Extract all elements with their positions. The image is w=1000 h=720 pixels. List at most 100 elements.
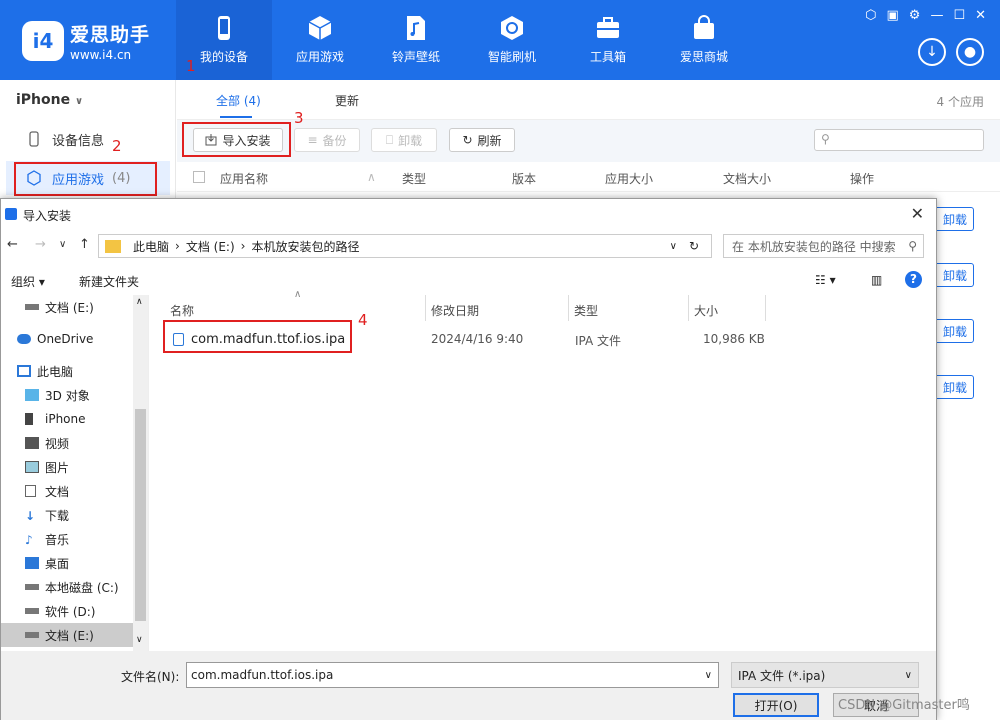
address-refresh-icon[interactable]: ↻ <box>689 239 699 253</box>
tree-item-downloads[interactable]: ↓ 下载 <box>1 503 133 527</box>
tree-scrollbar-thumb[interactable] <box>135 409 146 621</box>
phone-icon <box>218 16 230 40</box>
device-selector[interactable]: iPhone ∨ <box>16 92 83 108</box>
address-dropdown-icon[interactable]: ∨ <box>670 241 677 252</box>
col-type[interactable]: 类型 <box>574 302 598 319</box>
col-app-name[interactable]: 应用名称 <box>220 170 268 187</box>
navigation-tree: 文档 (E:) OneDrive 此电脑 3D 对象 iPhone 视频 图片 … <box>1 295 149 651</box>
tree-item-3d-objects[interactable]: 3D 对象 <box>1 383 133 407</box>
nav-label: 智能刷机 <box>487 50 536 64</box>
breadcrumb-separator-icon: › <box>240 239 246 253</box>
preview-pane-icon[interactable]: ▥ <box>871 273 882 287</box>
tree-item-music[interactable]: ♪ 音乐 <box>1 527 133 551</box>
refresh-shield-icon <box>501 16 523 40</box>
layers-icon: ≡ <box>307 133 318 147</box>
tree-item-onedrive[interactable]: OneDrive <box>1 327 133 351</box>
row-uninstall-button[interactable]: 卸载 <box>934 263 974 287</box>
forward-arrow-icon[interactable]: → <box>35 237 46 252</box>
new-folder-button[interactable]: 新建文件夹 <box>79 273 139 290</box>
dialog-app-icon <box>5 208 17 220</box>
annotation-box-4 <box>163 320 352 353</box>
breadcrumb-this-pc[interactable]: 此电脑 <box>133 238 169 255</box>
close-icon[interactable]: ✕ <box>975 8 986 23</box>
download-icon[interactable]: ↓ <box>918 38 946 66</box>
app-search-input[interactable]: ⚲ <box>814 129 984 151</box>
tab-all[interactable]: 全部 (4) <box>216 92 261 109</box>
app-url: www.i4.cn <box>70 48 132 62</box>
drive-icon <box>25 584 39 590</box>
nav-flash[interactable]: 智能刷机 <box>464 0 560 80</box>
col-app-size[interactable]: 应用大小 <box>605 170 653 187</box>
tree-item-drive-c[interactable]: 本地磁盘 (C:) <box>1 575 133 599</box>
file-type: IPA 文件 <box>575 334 622 348</box>
tree-item-desktop[interactable]: 桌面 <box>1 551 133 575</box>
filename-input[interactable]: com.madfun.ttof.ios.ipa ∨ <box>186 662 719 688</box>
nav-apps-games[interactable]: 应用游戏 <box>272 0 368 80</box>
back-arrow-icon[interactable]: ← <box>7 237 18 252</box>
refresh-button[interactable]: ↻ 刷新 <box>449 128 515 152</box>
sort-ascending-icon: ∧ <box>294 289 302 300</box>
nav-label: 应用游戏 <box>295 50 344 64</box>
tree-item-drive-e-top[interactable]: 文档 (E:) <box>1 295 133 319</box>
watermark: CSDN @Gitmaster鸣 <box>838 698 970 713</box>
trash-icon: ⎕ <box>385 132 394 147</box>
scroll-up-icon[interactable]: ∧ <box>136 297 143 307</box>
sidebar-item-device-info[interactable]: 设备信息 <box>6 122 170 156</box>
drive-icon <box>25 608 39 614</box>
folder-search-input[interactable]: 在 本机放安装包的路径 中搜索 ⚲ <box>723 234 924 258</box>
tab-indicator <box>220 116 252 118</box>
recent-chevron-icon[interactable]: ∨ <box>59 239 66 250</box>
user-icon[interactable]: ● <box>956 38 984 66</box>
view-options-icon[interactable]: ☷ ▾ <box>815 273 836 287</box>
help-icon[interactable]: ? <box>905 271 922 288</box>
breadcrumb-folder[interactable]: 本机放安装包的路径 <box>251 238 359 255</box>
nav-ringtones[interactable]: 铃声壁纸 <box>368 0 464 80</box>
shopping-bag-icon <box>694 15 714 39</box>
breadcrumb-drive-e[interactable]: 文档 (E:) <box>186 238 235 255</box>
col-name[interactable]: 名称 <box>170 302 194 319</box>
dialog-footer: 文件名(N): com.madfun.ttof.ios.ipa ∨ IPA 文件… <box>1 651 936 720</box>
dialog-titlebar: 导入安装 ✕ <box>1 199 936 231</box>
address-bar[interactable]: 此电脑 › 文档 (E:) › 本机放安装包的路径 ∨ ↻ <box>98 234 712 258</box>
file-type-filter[interactable]: IPA 文件 (*.ipa) ∨ <box>731 662 919 688</box>
tree-item-iphone[interactable]: iPhone <box>1 407 133 431</box>
nav-store[interactable]: 爱思商城 <box>656 0 752 80</box>
open-button[interactable]: 打开(O) <box>733 693 819 717</box>
col-version[interactable]: 版本 <box>512 170 536 187</box>
minimize-icon[interactable]: — <box>930 8 943 23</box>
uninstall-button[interactable]: ⎕ 卸载 <box>371 128 437 152</box>
backup-button[interactable]: ≡ 备份 <box>294 128 360 152</box>
col-type[interactable]: 类型 <box>402 170 426 187</box>
tree-item-drive-e[interactable]: 文档 (E:) <box>1 623 133 647</box>
tree-item-videos[interactable]: 视频 <box>1 431 133 455</box>
feedback-icon[interactable]: ▣ <box>886 8 898 23</box>
tab-updates[interactable]: 更新 <box>335 92 359 109</box>
dialog-close-button[interactable]: ✕ <box>911 204 924 223</box>
row-uninstall-button[interactable]: 卸载 <box>934 375 974 399</box>
file-modified: 2024/4/16 9:40 <box>431 332 524 346</box>
maximize-icon[interactable]: ☐ <box>953 8 965 23</box>
cube-3d-icon <box>25 389 39 401</box>
scroll-down-icon[interactable]: ∨ <box>136 635 143 645</box>
col-size[interactable]: 大小 <box>694 302 718 319</box>
column-divider <box>765 295 766 321</box>
select-all-checkbox[interactable] <box>193 171 205 183</box>
organize-menu[interactable]: 组织 ▾ <box>11 273 45 290</box>
settings-icon[interactable]: ⚙ <box>909 8 921 23</box>
row-uninstall-button[interactable]: 卸载 <box>934 207 974 231</box>
skin-icon[interactable]: ⬡ <box>865 8 876 23</box>
logo-mark: i4 <box>22 21 64 61</box>
col-doc-size[interactable]: 文档大小 <box>723 170 771 187</box>
music-file-icon <box>407 16 425 40</box>
tree-item-pictures[interactable]: 图片 <box>1 455 133 479</box>
nav-toolbox[interactable]: 工具箱 <box>560 0 656 80</box>
computer-icon <box>17 365 31 377</box>
row-uninstall-button[interactable]: 卸载 <box>934 319 974 343</box>
tree-item-drive-d[interactable]: 软件 (D:) <box>1 599 133 623</box>
tree-item-documents[interactable]: 文档 <box>1 479 133 503</box>
filename-dropdown-icon[interactable]: ∨ <box>705 670 712 681</box>
tree-scrollbar[interactable]: ∧ ∨ <box>133 295 148 651</box>
up-arrow-icon[interactable]: ↑ <box>79 237 90 252</box>
tree-item-this-pc[interactable]: 此电脑 <box>1 359 133 383</box>
col-modified[interactable]: 修改日期 <box>431 302 479 319</box>
